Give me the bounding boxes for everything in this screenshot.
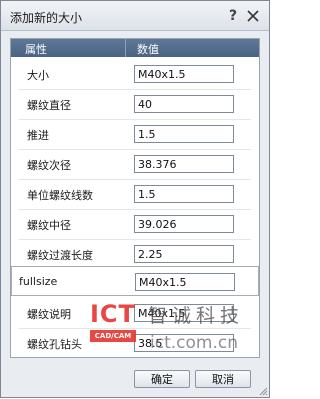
row-fullsize: fullsize xyxy=(11,266,259,296)
row-size: 大小 xyxy=(11,59,259,89)
row-label: 螺纹孔钻头 xyxy=(27,338,82,351)
dialog-title: 添加新的大小 xyxy=(10,11,83,25)
watermark-company-name: 智诚科技 xyxy=(148,305,245,327)
ok-button[interactable]: 确定 xyxy=(134,370,190,388)
threads-per-unit-input[interactable] xyxy=(134,185,234,203)
row-label: 螺纹说明 xyxy=(27,308,71,321)
fullsize-input[interactable] xyxy=(135,273,235,291)
row-label: 螺纹次径 xyxy=(27,159,71,172)
pitch-diameter-input[interactable] xyxy=(134,215,234,233)
watermark-logo-text: ICT xyxy=(90,300,136,328)
row-pitch-diameter: 螺纹中径 xyxy=(11,209,259,239)
close-icon[interactable] xyxy=(245,8,261,24)
watermark-cadcam-badge: CAD/CAM xyxy=(90,330,136,342)
row-label: 螺纹直径 xyxy=(27,99,71,112)
header-divider xyxy=(125,39,126,57)
cancel-button[interactable]: 取消 xyxy=(195,370,251,388)
column-header-property: 属性 xyxy=(25,43,47,56)
row-label: 螺纹中径 xyxy=(27,219,71,232)
watermark-url: ict.com.cn xyxy=(150,333,238,353)
resize-grip-icon[interactable] xyxy=(258,386,268,396)
row-minor-diameter: 螺纹次径 xyxy=(11,149,259,179)
row-label: 推进 xyxy=(27,129,49,142)
title-bar: 添加新的大小 ? xyxy=(1,1,269,31)
row-label: 螺纹过渡长度 xyxy=(27,249,93,262)
row-runout-length: 螺纹过渡长度 xyxy=(11,239,259,269)
row-label: 单位螺纹线数 xyxy=(27,189,93,202)
grid-header: 属性 数值 xyxy=(11,39,259,57)
column-header-value: 数值 xyxy=(137,43,159,56)
row-thread-diameter: 螺纹直径 xyxy=(11,89,259,119)
minor-diameter-input[interactable] xyxy=(134,155,234,173)
size-input[interactable] xyxy=(134,65,234,83)
thread-diameter-input[interactable] xyxy=(134,95,234,113)
help-icon[interactable]: ? xyxy=(225,8,241,24)
pitch-input[interactable] xyxy=(134,125,234,143)
row-label: fullsize xyxy=(19,275,58,288)
row-threads-per-unit: 单位螺纹线数 xyxy=(11,179,259,209)
runout-length-input[interactable] xyxy=(134,245,234,263)
row-pitch: 推进 xyxy=(11,119,259,149)
row-label: 大小 xyxy=(27,69,49,82)
